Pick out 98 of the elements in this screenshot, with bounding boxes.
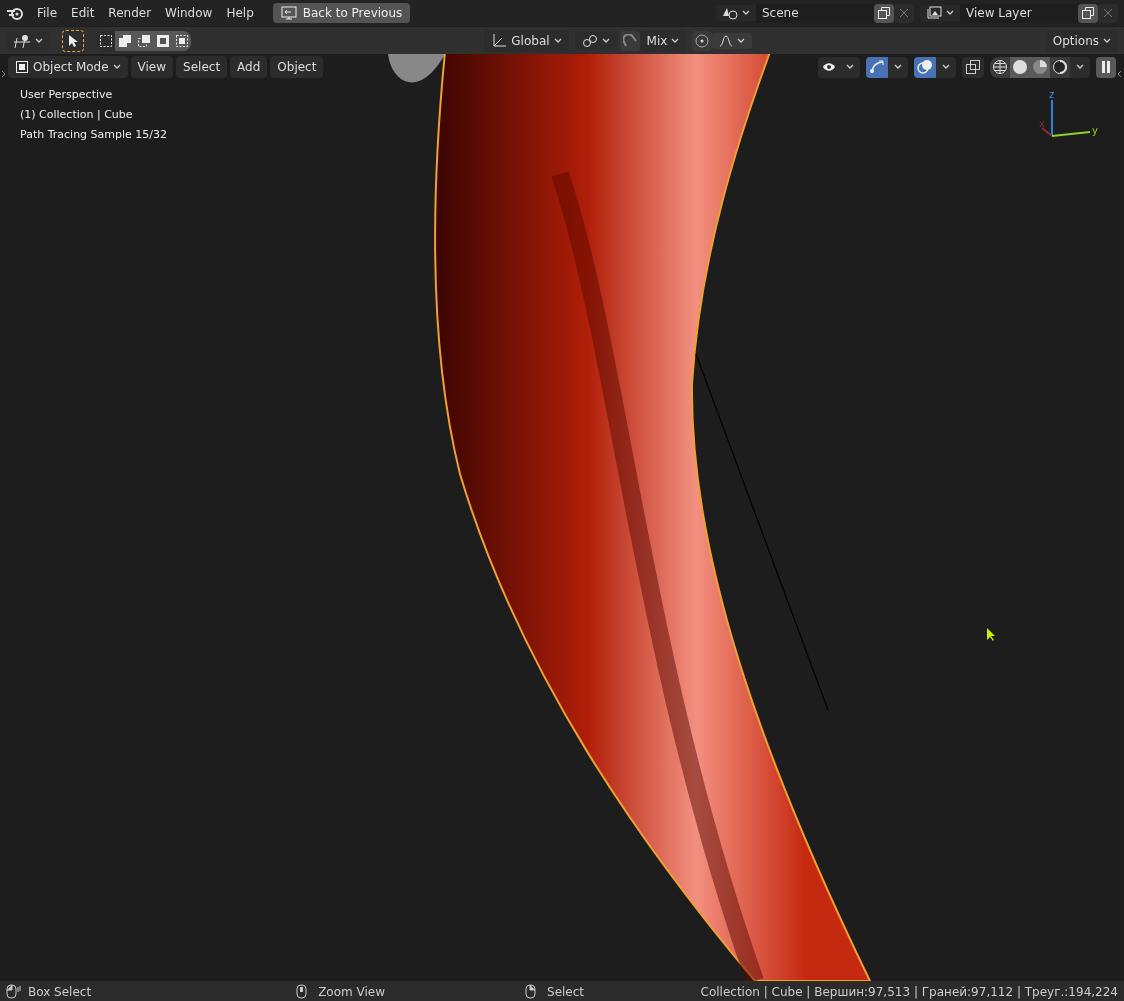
menu-item[interactable]: Edit [64,2,102,24]
shading-button[interactable] [1030,56,1050,78]
close-icon [1103,8,1113,18]
orientation-dropdown[interactable]: Global [484,29,569,52]
proportional-edit-button[interactable] [692,30,713,51]
sphere-icon [1032,59,1048,75]
menu-item[interactable]: Help [219,2,261,24]
mouse-icon [6,984,22,999]
copy-button[interactable] [1078,3,1098,23]
blend-dropdown[interactable]: Mix [639,29,687,52]
pivot-dropdown[interactable] [574,31,617,50]
caret-icon [737,37,746,44]
selection-mode-icon [117,33,132,48]
status-hint: Select [547,983,585,1001]
selection-mode-button[interactable] [115,30,134,51]
copy-button[interactable] [874,3,894,23]
axis-gizmo-drawing[interactable]: z x y [1039,90,1098,137]
blender-logo-icon[interactable] [6,5,24,21]
dropdown-button[interactable] [936,56,956,78]
select-tool-button[interactable] [62,29,84,52]
sphere-icon [1012,59,1028,75]
scene-icon [722,6,738,20]
selection-mode-button[interactable] [172,30,191,51]
snap-button[interactable] [619,30,640,51]
chevron-right-icon[interactable] [1,70,7,78]
caret-icon [671,37,680,44]
selection-mode-icon [136,33,151,48]
menu-button[interactable]: Add [230,56,268,78]
menu-item[interactable]: Render [101,2,159,24]
scene-statistics: Collection | Cube | Вершин:97,513 | Граней:97,112 | Треуг.:194,224 [700,983,1118,1001]
caret-icon [942,64,950,70]
status-hint: Box Select [28,983,92,1001]
data-block-button[interactable] [920,5,960,21]
close-button[interactable] [894,3,914,23]
dropdown-button[interactable] [888,56,908,78]
caret-icon [846,64,854,70]
sphere-icon [992,59,1008,75]
image-stack-icon [926,6,942,20]
menu-item[interactable]: Window [158,2,220,24]
dropdown-button[interactable] [840,56,860,78]
data-block-button[interactable] [716,5,756,21]
caret-icon [1103,37,1111,44]
gizmo-toggle[interactable] [866,56,888,78]
magnet-icon [622,33,637,48]
object-icon [15,60,29,74]
viewport-info-text: User Perspective [20,88,114,102]
selection-mode-button[interactable] [96,30,115,51]
curve-icon [719,34,734,47]
falloff-dropdown[interactable] [712,32,753,49]
visibility-button[interactable] [818,56,840,78]
copy-icon [1082,7,1094,19]
selection-mode-icon [155,33,170,48]
caret-icon [894,64,902,70]
back-button[interactable]: Back to Previous [272,3,411,23]
cursor-icon [68,34,78,47]
dropdown-button[interactable] [1070,56,1090,78]
selection-mode-button[interactable] [153,30,172,51]
menu-button[interactable]: Select [176,56,228,78]
chevron-left-icon[interactable] [1116,70,1122,78]
cursor-icon [987,628,995,641]
shading-button[interactable] [1050,56,1070,78]
target-dot-icon [695,33,710,48]
caret-icon [1076,64,1084,70]
close-icon [899,8,909,18]
caret-icon [742,10,750,16]
name-field[interactable]: Scene [756,3,874,23]
menu-button[interactable]: View [130,56,174,78]
shading-button[interactable] [1010,56,1030,78]
viewport-info-text: (1) Collection | Cube [20,108,134,122]
caret-icon [601,37,610,44]
xray-button[interactable] [962,56,984,78]
menu-button[interactable]: Object [270,56,324,78]
shading-button[interactable] [990,56,1010,78]
grid-sphere-icon [13,33,31,48]
xray-icon [966,60,980,74]
pause-button[interactable] [1096,56,1116,78]
gizmo-icon [869,59,885,75]
viewport-info-text: Path Tracing Sample 15/32 [20,128,168,142]
caret-icon [35,37,43,44]
close-button[interactable] [1098,3,1118,23]
mode-dropdown[interactable]: Object Mode [8,56,128,78]
menu-item[interactable]: File [30,2,65,24]
options-dropdown[interactable]: Options [1045,29,1118,52]
link-icon [581,33,598,48]
caret-icon [946,10,954,16]
pause-icon [1101,60,1111,74]
status-hint: Zoom View [318,983,386,1001]
caret-icon [112,64,121,70]
copy-icon [878,7,890,19]
caret-icon [553,37,562,44]
overlay-toggle[interactable] [914,56,936,78]
overlay-circles-icon [917,59,933,75]
sphere-icon [1052,59,1068,75]
axes-icon [491,32,508,49]
name-field[interactable]: View Layer [960,3,1078,23]
editor-type-button[interactable] [6,31,50,50]
selection-mode-icon [98,33,113,48]
selection-mode-icon [174,33,189,48]
